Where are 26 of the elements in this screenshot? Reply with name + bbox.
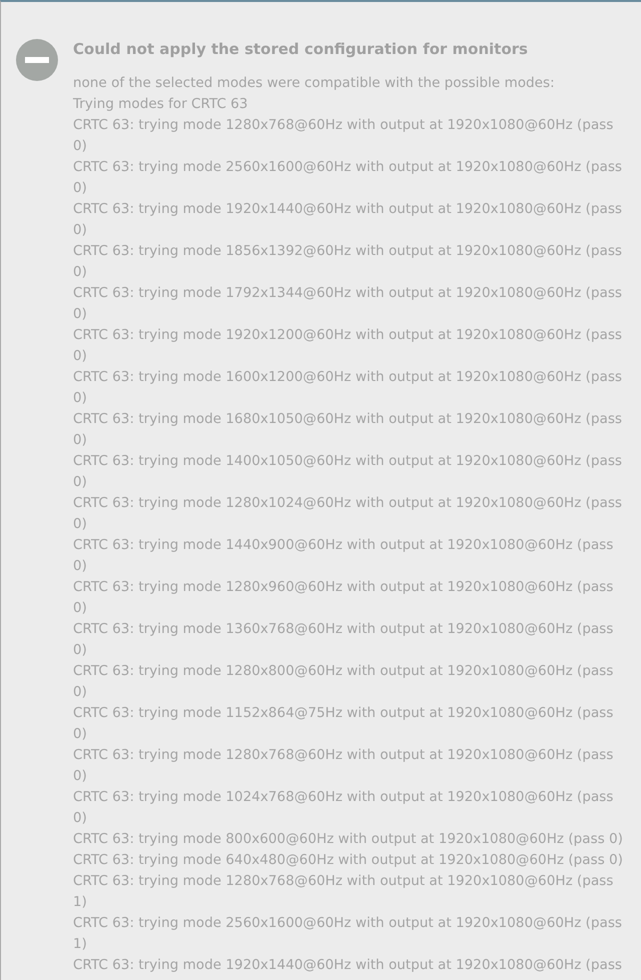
message-line: CRTC 63: trying mode 1680x1050@60Hz with output at 1920x1080@60Hz (pass 0) bbox=[73, 410, 623, 450]
message-line: CRTC 63: trying mode 1920x1440@60Hz with output at 1920x1080@60Hz (pass bbox=[73, 956, 623, 975]
message-line: none of the selected modes were compatible with the possible modes: bbox=[73, 74, 556, 93]
message-line: CRTC 63: trying mode 1360x768@60Hz with output at 1920x1080@60Hz (pass 0) bbox=[73, 620, 614, 660]
message-line: CRTC 63: trying mode 1920x1200@60Hz with output at 1920x1080@60Hz (pass 0) bbox=[73, 326, 623, 366]
message-line: CRTC 63: trying mode 1280x800@60Hz with output at 1920x1080@60Hz (pass 0) bbox=[73, 662, 614, 702]
message-line: CRTC 63: trying mode 1440x900@60Hz with output at 1920x1080@60Hz (pass 0) bbox=[73, 536, 614, 576]
message-line: CRTC 63: trying mode 1280x768@60Hz with output at 1920x1080@60Hz (pass 0) bbox=[73, 116, 614, 156]
message-line: CRTC 63: trying mode 1920x1440@60Hz with output at 1920x1080@60Hz (pass 0) bbox=[73, 200, 623, 240]
message-line: CRTC 63: trying mode 1856x1392@60Hz with output at 1920x1080@60Hz (pass 0) bbox=[73, 242, 623, 282]
message-line: CRTC 63: trying mode 1280x768@60Hz with output at 1920x1080@60Hz (pass 0) bbox=[73, 746, 614, 786]
message-line: CRTC 63: trying mode 1280x768@60Hz with output at 1920x1080@60Hz (pass 1) bbox=[73, 872, 614, 912]
error-icon bbox=[16, 39, 58, 81]
message-line: CRTC 63: trying mode 1024x768@60Hz with output at 1920x1080@60Hz (pass 0) bbox=[73, 788, 614, 828]
message-line: CRTC 63: trying mode 2560x1600@60Hz with output at 1920x1080@60Hz (pass 0) bbox=[73, 158, 623, 198]
dialog-title: Could not apply the stored configuration for monitors bbox=[73, 39, 529, 59]
message-line: CRTC 63: trying mode 2560x1600@60Hz with output at 1920x1080@60Hz (pass 1) bbox=[73, 914, 623, 954]
message-line: CRTC 63: trying mode 1152x864@75Hz with output at 1920x1080@60Hz (pass 0) bbox=[73, 704, 614, 744]
message-line: CRTC 63: trying mode 1280x960@60Hz with output at 1920x1080@60Hz (pass 0) bbox=[73, 578, 614, 618]
message-line: CRTC 63: trying mode 1280x1024@60Hz with output at 1920x1080@60Hz (pass 0) bbox=[73, 494, 623, 534]
message-line: CRTC 63: trying mode 640x480@60Hz with output at 1920x1080@60Hz (pass 0) bbox=[73, 851, 624, 870]
message-line: Trying modes for CRTC 63 bbox=[73, 95, 249, 114]
message-line: CRTC 63: trying mode 800x600@60Hz with output at 1920x1080@60Hz (pass 0) bbox=[73, 830, 624, 849]
message-line: CRTC 63: trying mode 1400x1050@60Hz with output at 1920x1080@60Hz (pass 0) bbox=[73, 452, 623, 492]
message-line: CRTC 63: trying mode 1792x1344@60Hz with output at 1920x1080@60Hz (pass 0) bbox=[73, 284, 623, 324]
message-line: CRTC 63: trying mode 1600x1200@60Hz with output at 1920x1080@60Hz (pass 0) bbox=[73, 368, 623, 408]
